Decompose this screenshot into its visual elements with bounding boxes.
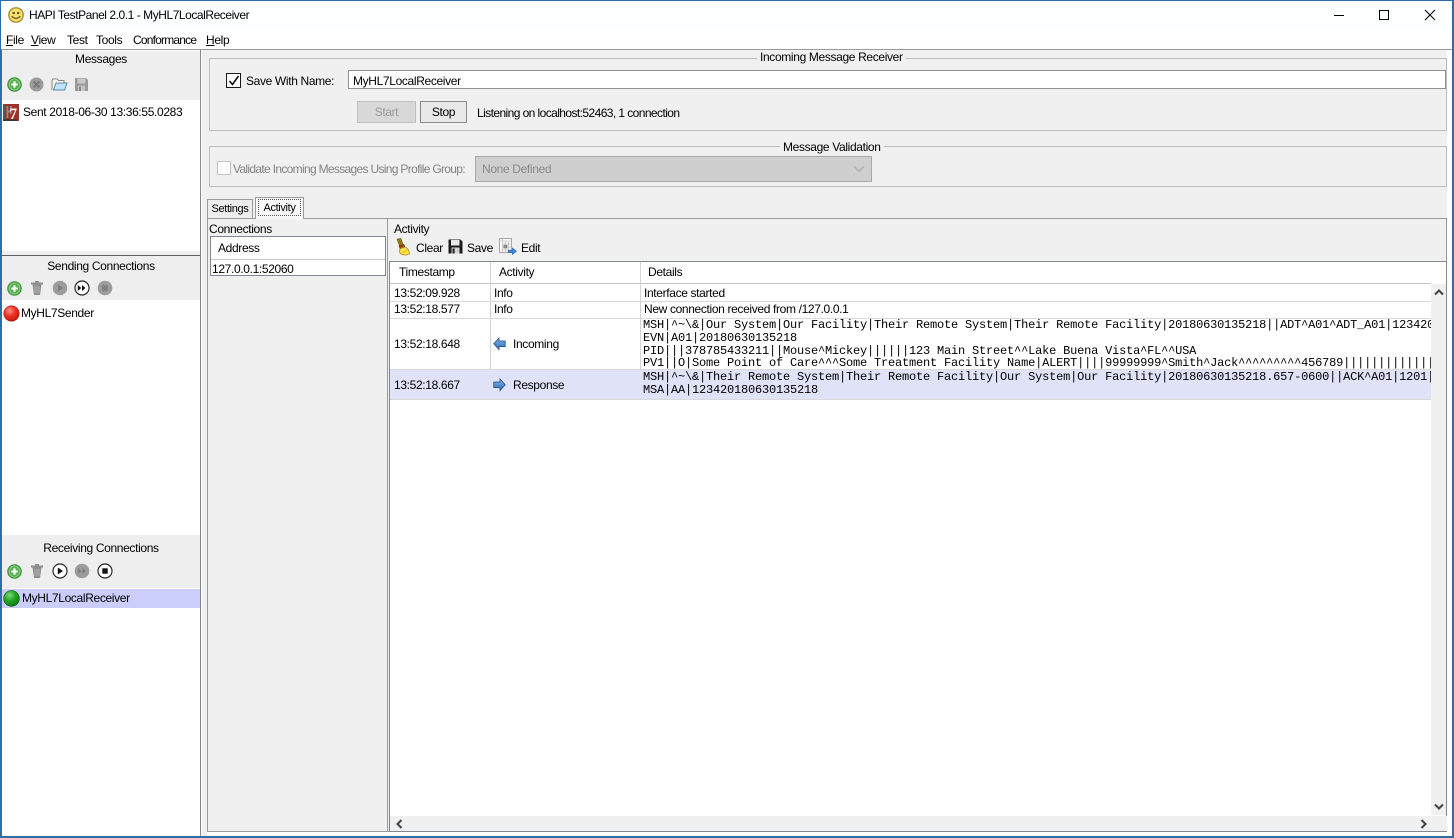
svg-text:7: 7 — [9, 106, 17, 121]
